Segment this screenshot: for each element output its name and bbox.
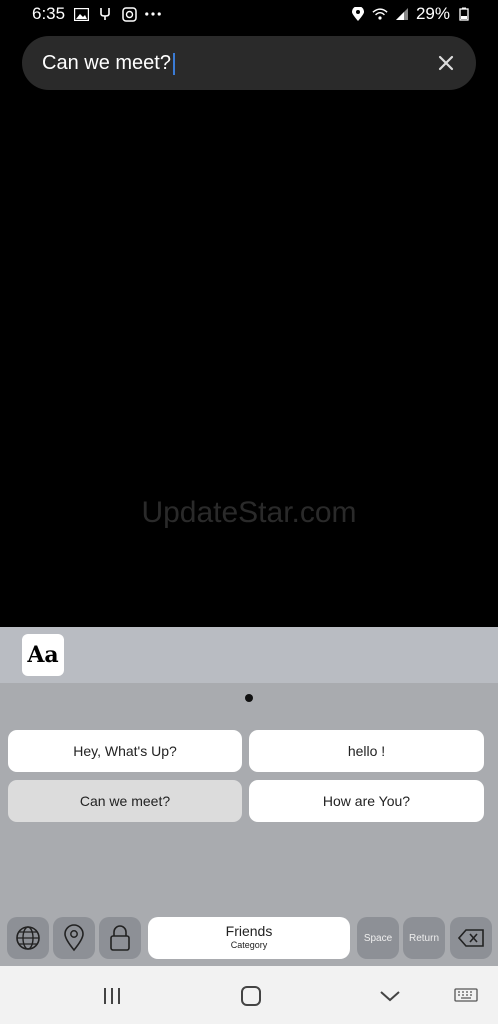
- battery-icon: [456, 6, 472, 22]
- home-icon: [241, 986, 261, 1006]
- phrase-label: How are You?: [322, 793, 411, 809]
- recents-icon: [104, 988, 120, 1004]
- keyboard-icon: [454, 988, 478, 1002]
- phrase-label: Can we meet?: [79, 793, 171, 809]
- gallery-icon: [73, 6, 89, 22]
- language-key[interactable]: [7, 917, 49, 959]
- search-input[interactable]: Can we meet?: [42, 36, 175, 90]
- font-style-label: Aa: [27, 642, 59, 668]
- keyboard-switch-button[interactable]: [454, 984, 478, 1008]
- page-indicator-dot: [245, 694, 253, 702]
- status-time: 6:35: [32, 4, 66, 23]
- return-key[interactable]: Return: [403, 917, 445, 959]
- close-icon: [438, 55, 454, 71]
- location-key[interactable]: [53, 917, 95, 959]
- keyboard-bottom-row: Friends Category Space Return: [0, 917, 498, 961]
- phrase-button[interactable]: Hey, What's Up?: [8, 730, 242, 772]
- navigation-bar: [0, 966, 498, 1024]
- phrase-button-selected[interactable]: Can we meet?: [8, 780, 242, 822]
- search-bar[interactable]: Can we meet?: [22, 36, 476, 90]
- wifi-icon: [372, 6, 388, 22]
- status-left: 6:35: [32, 4, 161, 24]
- category-subtitle: Category: [230, 940, 268, 950]
- location-icon: [350, 6, 366, 22]
- category-title: Friends: [225, 923, 273, 939]
- phrase-button[interactable]: hello !: [249, 730, 484, 772]
- lock-icon: [110, 925, 130, 951]
- space-key[interactable]: Space: [357, 917, 399, 959]
- status-bar: 6:35 29%: [0, 0, 498, 30]
- phrase-label: Hey, What's Up?: [73, 743, 177, 759]
- lock-key[interactable]: [99, 917, 141, 959]
- phrase-button[interactable]: How are You?: [249, 780, 484, 822]
- backspace-key[interactable]: [450, 917, 492, 959]
- globe-icon: [16, 926, 40, 950]
- notification-icon: [97, 6, 113, 22]
- status-right: 29%: [350, 4, 472, 24]
- recent-apps-button[interactable]: [100, 984, 124, 1008]
- search-input-text: Can we meet?: [42, 52, 171, 74]
- back-button[interactable]: [378, 984, 402, 1008]
- chevron-down-icon: [380, 991, 400, 1002]
- map-pin-icon: [64, 924, 84, 952]
- space-label: Space: [363, 932, 393, 944]
- signal-icon: [394, 6, 410, 22]
- phrase-label: hello !: [347, 743, 386, 759]
- backspace-icon: [458, 929, 484, 947]
- app-icon: [121, 6, 137, 22]
- category-key[interactable]: Friends Category: [148, 917, 350, 959]
- return-label: Return: [408, 932, 439, 944]
- home-button[interactable]: [239, 984, 263, 1008]
- font-style-button[interactable]: Aa: [22, 634, 64, 676]
- clear-button[interactable]: [432, 49, 460, 77]
- battery-percent: 29%: [415, 4, 450, 23]
- text-caret: [172, 52, 175, 75]
- watermark: UpdateStar.com: [141, 496, 357, 529]
- keyboard-panel: Hey, What's Up? hello ! Can we meet? How…: [0, 683, 498, 966]
- keyboard-toolbar: Aa: [0, 627, 498, 683]
- more-icon: [145, 6, 161, 22]
